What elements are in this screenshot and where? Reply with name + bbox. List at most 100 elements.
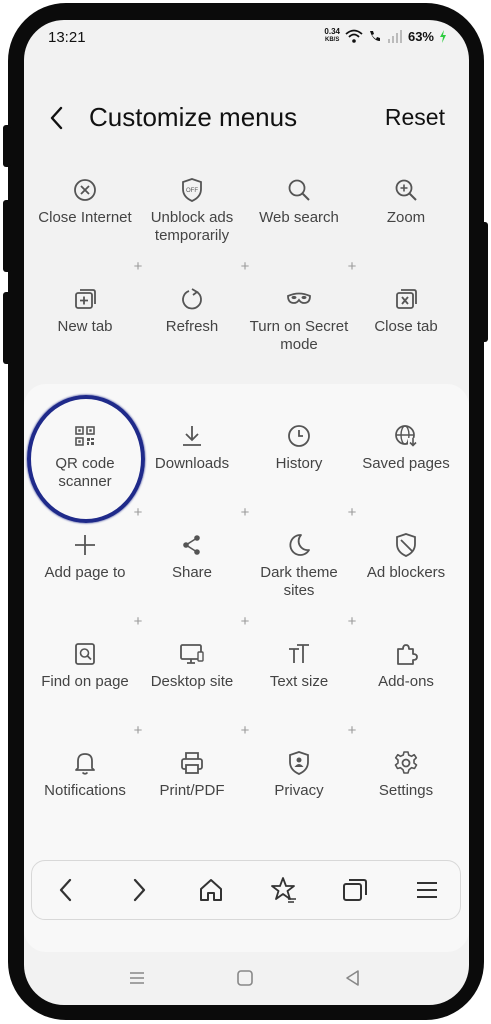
refresh-icon <box>182 288 202 310</box>
phone-volume-up <box>3 200 11 272</box>
menu-item-label: Share <box>171 564 213 581</box>
svg-text:OFF: OFF <box>186 188 198 194</box>
menu-option-secret-mode[interactable]: Turn on Secret mode <box>244 286 354 354</box>
wifi-call-icon <box>369 31 380 41</box>
menu-option-label: Zoom <box>386 209 426 226</box>
menu-item-saved-pages[interactable]: Saved pages <box>351 423 461 473</box>
privacy-shield-icon <box>289 751 309 775</box>
bell-icon <box>75 753 95 775</box>
menu-item-label: Text size <box>269 673 329 690</box>
menu-option-close-tab[interactable]: Close tab <box>351 286 461 336</box>
menu-option-zoom[interactable]: Zoom <box>351 177 461 227</box>
recents-icon[interactable] <box>126 967 148 989</box>
menu-option-new-tab[interactable]: New tab <box>30 286 140 336</box>
bottom-toolbar <box>31 860 461 920</box>
plus-marker: + <box>347 722 357 739</box>
menu-item-settings[interactable]: Settings <box>351 750 461 800</box>
plus-marker: + <box>347 613 357 630</box>
menu-item-history[interactable]: History <box>244 423 354 473</box>
menu-item-label: Find on page <box>41 673 129 690</box>
menu-item-label: Add page to <box>44 564 126 581</box>
find-on-page-icon <box>75 643 95 665</box>
battery-charging-icon <box>440 29 446 43</box>
network-speed-unit: KB/S <box>325 37 340 43</box>
menu-item-print-pdf[interactable]: Print/PDF <box>137 750 247 800</box>
menu-item-label: Settings <box>378 782 434 799</box>
signal-icon <box>387 29 402 43</box>
menu-item-notifications[interactable]: Notifications <box>30 750 140 800</box>
back-arrow-icon[interactable] <box>52 875 82 905</box>
menu-option-label: Refresh <box>165 318 219 335</box>
menu-option-label: Turn on Secret mode <box>249 318 349 353</box>
menu-item-label: QR code scanner <box>55 455 115 490</box>
menu-item-ad-blockers[interactable]: Ad blockers <box>351 532 461 582</box>
gear-icon <box>394 751 418 774</box>
plus-icon <box>75 535 95 555</box>
wifi-icon <box>345 29 363 43</box>
phone-side-button <box>3 125 11 167</box>
back-icon[interactable] <box>46 103 68 133</box>
menu-item-label: Add-ons <box>378 673 434 690</box>
qr-code-icon <box>75 426 95 446</box>
menu-item-label: History <box>275 455 323 472</box>
menu-item-label: Dark theme sites <box>260 564 338 599</box>
menu-item-add-ons[interactable]: Add-ons <box>351 641 461 691</box>
desktop-icon <box>180 644 204 664</box>
plus-marker: + <box>133 613 143 630</box>
menu-item-desktop-site[interactable]: Desktop site <box>137 641 247 691</box>
secret-mode-mask-icon <box>287 292 311 304</box>
status-icons: 0.34 KB/S 63% <box>324 28 447 44</box>
ads-off-shield-icon: OFF <box>182 178 202 202</box>
zoom-in-icon <box>395 179 417 201</box>
tabs-icon[interactable] <box>340 875 370 905</box>
close-tab-icon <box>396 289 417 309</box>
moon-icon <box>289 534 310 556</box>
globe-download-icon <box>395 425 418 448</box>
menu-option-refresh[interactable]: Refresh <box>137 286 247 336</box>
home-icon[interactable] <box>196 875 226 905</box>
plus-marker: + <box>133 504 143 521</box>
menu-item-privacy[interactable]: Privacy <box>244 750 354 800</box>
menu-item-dark-theme-sites[interactable]: Dark theme sites <box>244 532 354 600</box>
clock-icon <box>288 425 310 447</box>
ad-block-shield-icon <box>396 533 416 557</box>
home-square-icon[interactable] <box>234 967 256 989</box>
plus-marker: + <box>240 258 250 275</box>
screen: 13:21 0.34 KB/S 63% Customize menus Rese… <box>24 20 469 1005</box>
close-circle-icon <box>74 179 96 201</box>
back-triangle-icon[interactable] <box>342 967 364 989</box>
menu-item-label: Ad blockers <box>366 564 446 581</box>
menu-item-add-page-to[interactable]: Add page to <box>30 532 140 582</box>
menu-icon[interactable] <box>412 875 442 905</box>
menu-item-qr-code-scanner[interactable]: QR code scanner <box>30 423 140 491</box>
menu-item-label: Notifications <box>44 782 126 799</box>
new-tab-icon <box>75 289 96 309</box>
menu-option-label: Close tab <box>374 318 438 335</box>
menu-item-find-on-page[interactable]: Find on page <box>30 641 140 691</box>
phone-power-button <box>480 222 488 342</box>
puzzle-icon <box>397 644 418 665</box>
menu-item-label: Saved pages <box>362 455 450 472</box>
menu-item-label: Desktop site <box>150 673 234 690</box>
share-icon <box>183 535 200 555</box>
plus-marker: + <box>133 258 143 275</box>
menu-option-label: Unblock ads temporarily <box>150 209 234 244</box>
header: Customize menus Reset <box>24 100 469 140</box>
plus-marker: + <box>347 504 357 521</box>
plus-marker: + <box>240 613 250 630</box>
menu-option-label: Web search <box>259 209 339 226</box>
network-speed-value: 0.34 <box>324 27 340 36</box>
battery-percent: 63% <box>407 28 434 44</box>
menu-item-share[interactable]: Share <box>137 532 247 582</box>
menu-item-text-size[interactable]: Text size <box>244 641 354 691</box>
menu-option-close-internet[interactable]: Close Internet <box>30 177 140 227</box>
reset-button[interactable]: Reset <box>385 104 445 131</box>
menu-item-downloads[interactable]: Downloads <box>137 423 247 473</box>
text-size-icon <box>289 644 309 663</box>
menu-item-label: Privacy <box>274 782 324 799</box>
menu-option-web-search[interactable]: Web search <box>244 177 354 227</box>
status-bar: 13:21 0.34 KB/S 63% <box>24 20 469 54</box>
bookmark-star-icon[interactable] <box>268 875 298 905</box>
menu-option-unblock-ads[interactable]: OFF Unblock ads temporarily <box>137 177 247 245</box>
forward-arrow-icon[interactable] <box>124 875 154 905</box>
